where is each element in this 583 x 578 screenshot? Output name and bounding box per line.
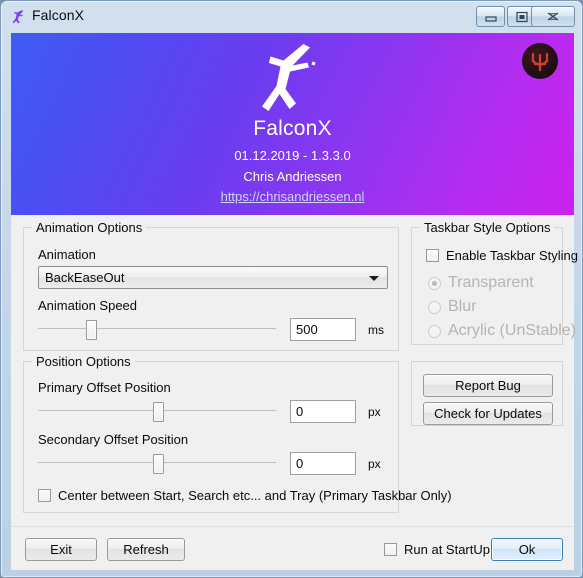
dialog-footer: Exit Refresh Run at StartUp Ok <box>11 526 574 570</box>
run-at-startup-checkbox[interactable]: Run at StartUp <box>384 542 490 557</box>
secondary-offset-slider[interactable] <box>38 452 276 474</box>
run-at-startup-label: Run at StartUp <box>404 542 490 557</box>
dialog-body: Animation Options Animation BackEaseOut … <box>11 215 578 526</box>
enable-taskbar-styling-label: Enable Taskbar Styling <box>446 248 579 263</box>
animation-dropdown[interactable]: BackEaseOut <box>38 266 388 289</box>
radio-unselected-icon <box>428 300 441 314</box>
enable-taskbar-styling-checkbox[interactable]: Enable Taskbar Styling <box>426 248 578 263</box>
secondary-offset-input[interactable]: 0 <box>290 452 356 475</box>
radio-selected-icon <box>428 276 441 290</box>
actions-group: Report Bug Check for Updates <box>411 361 563 426</box>
taskbar-style-radio-acrylic[interactable]: Acrylic (UnStable) <box>428 322 576 340</box>
taskbar-style-radio-transparent-label: Transparent <box>448 274 534 291</box>
position-options-title: Position Options <box>32 354 135 369</box>
secondary-offset-label: Secondary Offset Position <box>38 432 189 447</box>
app-name: FalconX <box>253 117 332 140</box>
falconx-window: FalconX FalconX 01.12.2019 - 1.3.3.0 Chr… <box>0 0 583 578</box>
animation-speed-unit: ms <box>368 323 384 337</box>
taskbar-style-options-group: Taskbar Style Options Enable Taskbar Sty… <box>411 220 578 345</box>
exit-button[interactable]: Exit <box>25 538 97 561</box>
position-options-group: Position Options Primary Offset Position… <box>23 354 452 513</box>
animation-speed-slider[interactable] <box>38 318 276 340</box>
about-banner: FalconX 01.12.2019 - 1.3.3.0 Chris Andri… <box>11 33 574 215</box>
primary-offset-input[interactable]: 0 <box>290 400 356 423</box>
animation-options-title: Animation Options <box>32 220 147 235</box>
radio-unselected-icon <box>428 324 441 338</box>
close-button[interactable] <box>531 6 575 27</box>
close-icon <box>547 12 559 21</box>
title-bar: FalconX <box>1 1 583 33</box>
animation-label: Animation <box>38 247 96 262</box>
animation-dropdown-value: BackEaseOut <box>45 270 125 285</box>
window-title: FalconX <box>32 7 85 23</box>
center-between-start-and-tray-label: Center between Start, Search etc... and … <box>58 488 452 503</box>
taskbar-style-radio-blur-label: Blur <box>448 298 477 315</box>
slider-thumb[interactable] <box>86 320 98 340</box>
minimize-button[interactable] <box>476 6 505 27</box>
minimize-icon <box>485 16 497 22</box>
taskbar-style-radio-acrylic-label: Acrylic (UnStable) <box>448 322 577 339</box>
center-between-start-and-tray-checkbox[interactable]: Center between Start, Search etc... and … <box>38 488 452 503</box>
author-website-link[interactable]: https://chrisandriessen.nl <box>11 189 574 204</box>
report-bug-button[interactable]: Report Bug <box>423 374 553 397</box>
refresh-button[interactable]: Refresh <box>107 538 185 561</box>
taskbar-style-radio-blur[interactable]: Blur <box>428 298 476 316</box>
chevron-down-icon <box>369 276 379 281</box>
falcon-f-icon <box>10 8 28 26</box>
slider-track <box>38 328 276 332</box>
check-for-updates-button[interactable]: Check for Updates <box>423 402 553 425</box>
circular-red-emblem-icon <box>522 43 558 79</box>
app-author: Chris Andriessen <box>243 169 342 184</box>
slider-thumb[interactable] <box>153 454 164 474</box>
app-version: 01.12.2019 - 1.3.3.0 <box>234 148 351 163</box>
checkbox-box-icon <box>38 489 51 502</box>
animation-speed-label: Animation Speed <box>38 298 138 313</box>
secondary-offset-unit: px <box>368 457 381 471</box>
checkbox-box-icon <box>384 543 397 556</box>
animation-speed-input[interactable]: 500 <box>290 318 356 341</box>
taskbar-style-options-title: Taskbar Style Options <box>420 220 555 235</box>
primary-offset-label: Primary Offset Position <box>38 380 171 395</box>
taskbar-style-radio-transparent[interactable]: Transparent <box>428 274 534 292</box>
falconx-brush-f-logo <box>257 41 329 120</box>
animation-options-group: Animation Options Animation BackEaseOut … <box>23 220 399 351</box>
slider-thumb[interactable] <box>153 402 164 422</box>
primary-offset-unit: px <box>368 405 381 419</box>
checkbox-box-icon <box>426 249 439 262</box>
ok-button[interactable]: Ok <box>491 538 563 561</box>
primary-offset-slider[interactable] <box>38 400 276 422</box>
